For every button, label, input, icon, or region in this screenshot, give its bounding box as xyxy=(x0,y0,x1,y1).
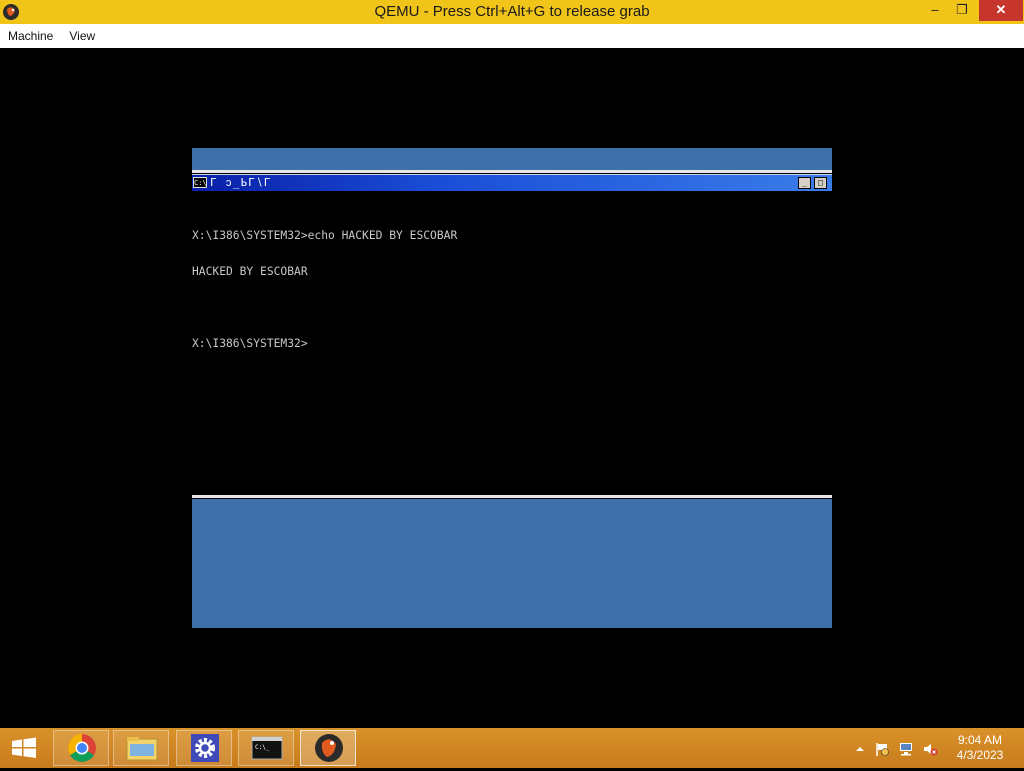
vm-display[interactable]: C:\ Γ ↄ_ЬΓ∖Γ _ □ X:\I386\SYSTEM32>echo H… xyxy=(0,48,1024,728)
chrome-icon xyxy=(68,734,96,762)
folder-icon xyxy=(126,737,158,761)
qemu-taskbar-button[interactable] xyxy=(300,730,356,766)
clock-date: 4/3/2023 xyxy=(956,748,1004,762)
setup-background-bottom xyxy=(192,499,832,628)
window-titlebar[interactable]: QEMU - Press Ctrl+Alt+G to release grab … xyxy=(0,0,1024,24)
console-line: X:\I386\SYSTEM32>echo HACKED BY ESCOBAR xyxy=(192,229,458,242)
console-prompt: X:\I386\SYSTEM32> xyxy=(192,337,308,350)
system-tray xyxy=(850,728,950,768)
menu-bar: Machine View xyxy=(0,24,1024,48)
console-output[interactable]: X:\I386\SYSTEM32>echo HACKED BY ESCOBAR … xyxy=(192,206,832,374)
volume-muted-icon[interactable] xyxy=(922,741,938,757)
taskbar-clock[interactable]: 9:04 AM 4/3/2023 xyxy=(948,733,1012,763)
console-title: Γ ↄ_ЬΓ∖Γ xyxy=(210,176,272,189)
console-line: HACKED BY ESCOBAR xyxy=(192,265,308,278)
minimize-button[interactable]: – xyxy=(920,0,950,21)
maximize-button[interactable]: ❐ xyxy=(948,0,976,21)
console-minimize-button[interactable]: _ xyxy=(798,177,811,189)
command-prompt-icon: C:\_ xyxy=(251,736,283,760)
svg-text:C:\_: C:\_ xyxy=(255,744,270,751)
console-titlebar[interactable]: C:\ Γ ↄ_ЬΓ∖Γ _ □ xyxy=(192,174,832,191)
show-hidden-icons-icon[interactable] xyxy=(852,741,868,757)
window-title: QEMU - Press Ctrl+Alt+G to release grab xyxy=(374,3,650,20)
divider-line xyxy=(192,495,832,498)
console-maximize-button[interactable]: □ xyxy=(814,177,827,189)
setup-background-top xyxy=(192,148,832,170)
menu-view[interactable]: View xyxy=(61,24,103,48)
action-center-flag-icon[interactable] xyxy=(874,741,890,757)
settings-taskbar-button[interactable] xyxy=(176,730,232,766)
divider-line xyxy=(192,170,832,173)
file-explorer-taskbar-button[interactable] xyxy=(113,730,169,766)
console-icon: C:\ xyxy=(193,177,207,188)
start-button[interactable] xyxy=(0,730,48,766)
menu-machine[interactable]: Machine xyxy=(0,24,61,48)
gear-icon xyxy=(191,734,219,762)
close-button[interactable]: ✕ xyxy=(979,0,1023,21)
command-prompt-taskbar-button[interactable]: C:\_ xyxy=(238,730,294,766)
qemu-icon xyxy=(315,734,343,762)
clock-time: 9:04 AM xyxy=(957,733,1003,747)
windows-logo-icon xyxy=(12,737,36,758)
chrome-taskbar-button[interactable] xyxy=(53,730,109,766)
network-icon[interactable] xyxy=(898,741,914,757)
